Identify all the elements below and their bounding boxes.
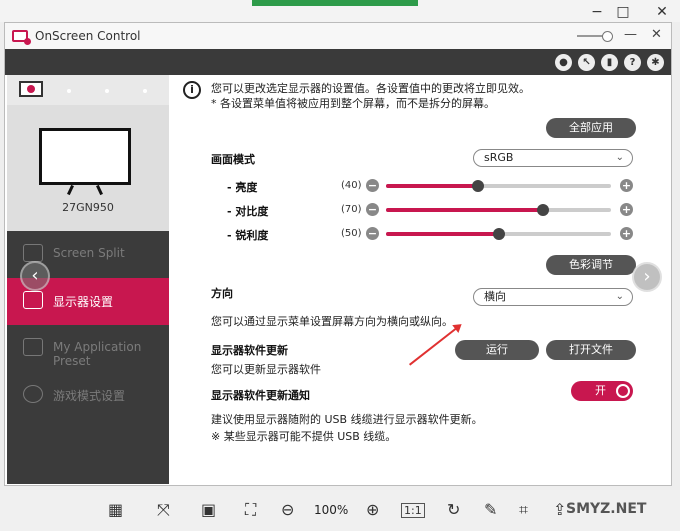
- brightness-increase-button[interactable]: +: [620, 179, 633, 192]
- opacity-slider[interactable]: [577, 31, 613, 42]
- gamepad-icon: [23, 385, 43, 403]
- firmware-notify-label: 显示器软件更新通知: [211, 389, 310, 402]
- sharpness-value: (50): [341, 228, 362, 239]
- contrast-decrease-button[interactable]: −: [366, 203, 379, 216]
- contrast-label: - 对比度: [227, 205, 269, 218]
- viewer-maximize-button[interactable]: □: [613, 4, 633, 20]
- sidebar-item-label: 显示器设置: [53, 295, 114, 309]
- brightness-slider-handle[interactable]: [472, 180, 484, 192]
- monitor-settings-icon: [23, 291, 43, 309]
- crop-icon[interactable]: ⌗: [519, 500, 528, 520]
- image-top-strip: [252, 0, 418, 6]
- watermark: SMYZ.NET: [566, 501, 647, 517]
- toggle-knob: [616, 384, 630, 398]
- contrast-slider[interactable]: [386, 208, 611, 212]
- app-title: OnScreen Control: [35, 29, 141, 43]
- toggle-label: 开: [595, 384, 606, 397]
- monitor-slot-dot[interactable]: [67, 89, 71, 93]
- zoom-level: 100%: [314, 503, 349, 517]
- brightness-slider[interactable]: [386, 184, 611, 188]
- contrast-value: (70): [341, 204, 362, 215]
- apply-all-button[interactable]: 全部应用: [546, 118, 636, 138]
- sharpness-slider-fill: [386, 232, 499, 236]
- app-preset-icon: [23, 338, 43, 356]
- viewer-close-button[interactable]: ✕: [652, 4, 672, 20]
- orientation-value: 横向: [484, 290, 506, 303]
- open-file-button[interactable]: 打开文件: [546, 340, 636, 360]
- edit-icon[interactable]: ✎: [484, 500, 497, 519]
- fit-icon[interactable]: ⤧: [157, 500, 170, 520]
- monitor-slot-dot[interactable]: [105, 89, 109, 93]
- cursor-icon[interactable]: ↖: [578, 54, 595, 71]
- brightness-slider-fill: [386, 184, 478, 188]
- chevron-down-icon: ⌄: [615, 291, 624, 302]
- monitor-selector: [7, 75, 169, 105]
- usb-cable-notice: ※ 某些显示器可能不提供 USB 线缆。: [211, 430, 397, 443]
- picture-mode-label: 画面模式: [211, 153, 255, 166]
- selected-monitor-icon[interactable]: [19, 81, 43, 97]
- rotate-icon[interactable]: ↻: [447, 500, 460, 519]
- brightness-value: (40): [341, 180, 362, 191]
- firmware-update-description: 您可以更新显示器软件: [211, 363, 321, 376]
- info-icon: i: [183, 81, 201, 99]
- orientation-label: 方向: [211, 287, 233, 300]
- app-titlebar: OnScreen Control — ✕: [5, 23, 671, 49]
- firmware-notify-toggle[interactable]: 开: [571, 381, 633, 401]
- sharpness-decrease-button[interactable]: −: [366, 227, 379, 240]
- sidebar-item-app-preset[interactable]: My Application Preset: [7, 325, 169, 372]
- viewer-titlebar: − □ ✕: [0, 0, 680, 22]
- onscreen-control-window: OnScreen Control — ✕ ● ↖ ▮ ? ✱ 27GN950 S…: [4, 22, 672, 486]
- actual-size-icon[interactable]: 1:1: [401, 503, 425, 518]
- picture-mode-value: sRGB: [484, 151, 514, 164]
- display-icon[interactable]: ▮: [601, 54, 618, 71]
- sharpness-slider-handle[interactable]: [493, 228, 505, 240]
- user-icon[interactable]: ●: [555, 54, 572, 71]
- brightness-label: - 亮度: [227, 181, 258, 194]
- crop-frame-icon[interactable]: ⛶: [245, 500, 256, 520]
- app-close-button[interactable]: ✕: [651, 27, 662, 42]
- firmware-update-label: 显示器软件更新: [211, 344, 288, 357]
- onscreen-control-logo-icon: [12, 30, 31, 45]
- share-icon[interactable]: ⇪: [553, 500, 566, 519]
- contrast-slider-handle[interactable]: [537, 204, 549, 216]
- chevron-left-icon[interactable]: ‹: [20, 261, 50, 291]
- sidebar-item-label: 游戏模式设置: [53, 389, 126, 403]
- monitor-preview-icon: [39, 128, 131, 185]
- ocr-icon[interactable]: ▣: [201, 500, 216, 519]
- layout-icon[interactable]: ▦: [108, 500, 123, 519]
- usb-notice: 建议使用显示器随附的 USB 线缆进行显示器软件更新。: [211, 413, 483, 426]
- brightness-decrease-button[interactable]: −: [366, 179, 379, 192]
- chevron-right-icon[interactable]: ›: [632, 262, 662, 292]
- monitor-model: 27GN950: [62, 201, 114, 214]
- sharpness-increase-button[interactable]: +: [620, 227, 633, 240]
- run-button[interactable]: 运行: [455, 340, 539, 360]
- info-note: * 各设置菜单值将被应用到整个屏幕，而不是拆分的屏幕。: [211, 97, 495, 110]
- viewer-minimize-button[interactable]: −: [587, 4, 607, 20]
- picture-mode-select[interactable]: sRGB ⌄: [473, 149, 633, 167]
- orientation-select[interactable]: 横向 ⌄: [473, 288, 633, 306]
- app-toolbar: ● ↖ ▮ ? ✱: [5, 49, 671, 75]
- monitor-settings-panel: i 您可以更改选定显示器的设置值。各设置值中的更改将立即见效。 * 各设置菜单值…: [173, 75, 671, 484]
- monitor-panel: 27GN950: [7, 75, 169, 231]
- sidebar-item-label: My Application Preset: [53, 340, 142, 368]
- contrast-slider-fill: [386, 208, 543, 212]
- chevron-down-icon: ⌄: [615, 152, 624, 163]
- sharpness-label: - 锐利度: [227, 229, 269, 242]
- color-adjust-button[interactable]: 色彩调节: [546, 255, 636, 275]
- monitor-slot-dot[interactable]: [143, 89, 147, 93]
- monitor-stand-icon: [55, 185, 115, 195]
- sidebar-item-game-mode[interactable]: 游戏模式设置: [7, 372, 169, 419]
- contrast-increase-button[interactable]: +: [620, 203, 633, 216]
- sidebar-item-label: Screen Split: [53, 246, 125, 260]
- zoom-out-icon[interactable]: ⊖: [281, 500, 294, 519]
- app-minimize-button[interactable]: —: [624, 27, 637, 42]
- screen-split-icon: [23, 244, 43, 262]
- orientation-description: 您可以通过显示菜单设置屏幕方向为横向或纵向。: [211, 315, 453, 328]
- info-text: 您可以更改选定显示器的设置值。各设置值中的更改将立即见效。: [211, 82, 530, 95]
- zoom-in-icon[interactable]: ⊕: [366, 500, 379, 519]
- settings-icon[interactable]: ✱: [647, 54, 664, 71]
- help-icon[interactable]: ?: [624, 54, 641, 71]
